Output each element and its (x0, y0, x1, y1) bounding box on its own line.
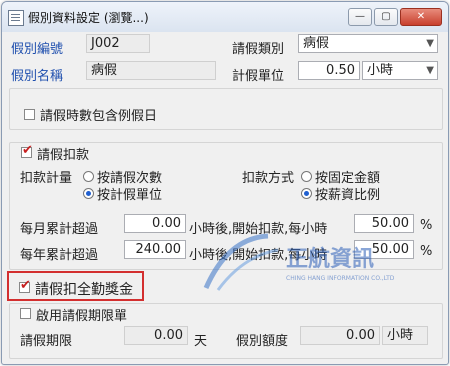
quota-label: 假別額度 (236, 334, 289, 349)
period-label: 請假期限 (20, 334, 73, 349)
unit-value-field[interactable]: 0.50 (298, 61, 360, 80)
chevron-down-icon: ▼ (426, 38, 434, 49)
minimize-button[interactable]: — (348, 8, 372, 26)
method-ratio-radio[interactable] (301, 188, 312, 199)
include-holiday-checkbox[interactable] (24, 109, 35, 120)
monthly-label: 每月累計超過 (20, 222, 99, 237)
leave-code-label: 假別編號 (11, 42, 64, 57)
leave-type-value: 病假 (303, 36, 330, 51)
calc-label: 扣款計量 (20, 171, 73, 186)
method-label: 扣款方式 (242, 171, 295, 186)
leave-type-label: 請假類別 (232, 42, 285, 57)
calc-by-unit-radio[interactable] (83, 188, 94, 199)
watermark-brand: 正航資訊 (286, 246, 374, 272)
leave-code-field[interactable]: J002 (86, 34, 150, 53)
calc-by-unit-label: 按計假單位 (97, 188, 163, 203)
unit-label: 計假單位 (232, 69, 285, 84)
quota-unit-field: 小時 (382, 326, 428, 345)
leave-type-select[interactable]: 病假 ▼ (298, 34, 438, 53)
close-button[interactable]: ✕ (400, 8, 442, 26)
unit-select-value: 小時 (367, 63, 394, 78)
bonus-deduct-checkbox[interactable] (19, 278, 31, 293)
monthly-hours-field[interactable]: 0.00 (124, 214, 186, 233)
quota-field[interactable]: 0.00 (300, 326, 380, 345)
limit-checkbox[interactable] (20, 308, 31, 319)
deduction-title: 請假扣款 (37, 148, 90, 163)
app-icon (8, 10, 24, 26)
calc-by-count-radio[interactable] (83, 171, 94, 182)
leave-name-label: 假別名稱 (11, 69, 64, 84)
deduction-checkbox[interactable] (21, 143, 33, 158)
method-fixed-radio[interactable] (301, 171, 312, 182)
method-ratio-label: 按薪資比例 (315, 188, 381, 203)
company-watermark: 正航資訊 CHING HANG INFORMATION CO.,LTD (203, 233, 395, 291)
watermark-sub: CHING HANG INFORMATION CO.,LTD (286, 275, 395, 282)
include-holiday-label: 請假時數包含例假日 (40, 109, 158, 124)
window-title: 假別資料設定 (瀏覽...) (28, 11, 149, 25)
restore-button[interactable]: ▢ (374, 8, 398, 26)
unit-select[interactable]: 小時 ▼ (362, 61, 438, 80)
dialog-window: 假別資料設定 (瀏覽...) — ▢ ✕ 假別編號 J002 請假類別 病假 ▼… (1, 1, 449, 365)
period-unit: 天 (194, 334, 208, 349)
chevron-down-icon: ▼ (426, 65, 434, 76)
title-bar: 假別資料設定 (瀏覽...) — ▢ ✕ (2, 2, 448, 32)
leave-name-field[interactable]: 病假 (86, 61, 216, 80)
yearly-label: 每年累計超過 (20, 248, 99, 263)
watermark-swoosh-icon (203, 233, 269, 290)
yearly-hours-field[interactable]: 240.00 (124, 240, 186, 259)
period-field[interactable]: 0.00 (124, 326, 188, 345)
limit-title: 啟用請假期限單 (36, 309, 128, 324)
bonus-deduct-label: 請假扣全勤獎金 (35, 282, 133, 298)
